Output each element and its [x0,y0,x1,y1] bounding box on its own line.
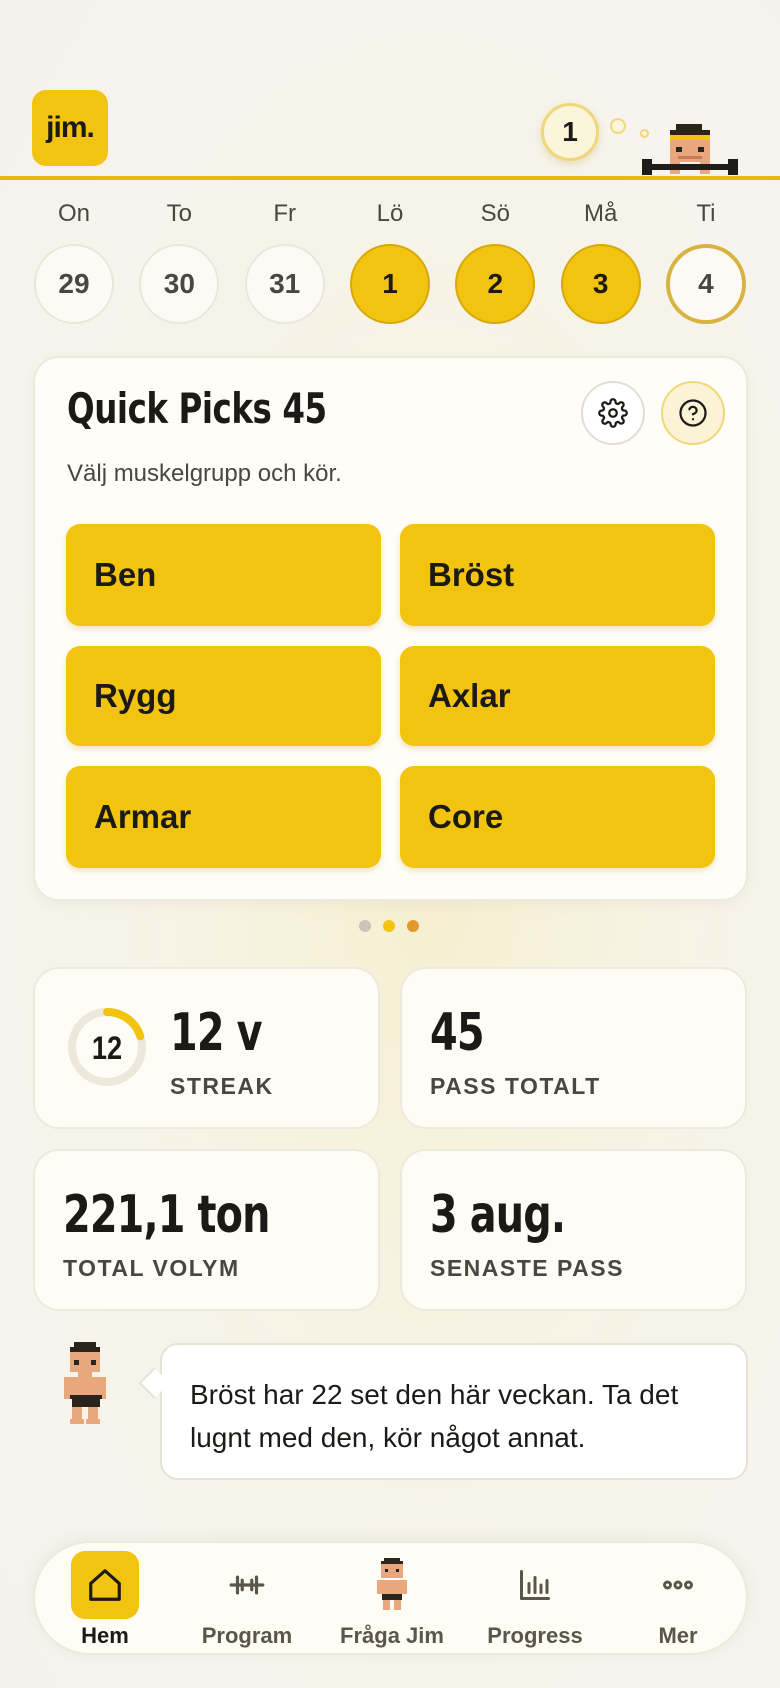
day-column[interactable]: To 30 [139,200,220,324]
thought-bubble-dot [610,118,626,134]
day-circle[interactable]: 30 [139,244,220,324]
day-label: Fr [273,200,296,227]
muscle-button-core[interactable]: Core [400,766,715,868]
nav-item-program[interactable]: Program [177,1543,317,1657]
last-session-label: SENASTE PASS [430,1255,624,1281]
card-pager [359,920,419,932]
streak-card[interactable]: 12 12 v STREAK [33,967,380,1129]
nav-label-progress: Progress [487,1623,583,1648]
gear-icon [598,398,628,428]
volume-card[interactable]: 221,1 ton TOTAL VOLYM [33,1149,380,1311]
streak-value: 12 v [170,1003,263,1063]
muscle-button-axlar[interactable]: Axlar [400,646,715,746]
day-column[interactable]: Fr 31 [244,200,325,324]
nav-label-mer: Mer [658,1623,698,1648]
last-session-card[interactable]: 3 aug. SENASTE PASS [400,1149,747,1311]
muscle-button-armar[interactable]: Armar [66,766,381,868]
jim-mascot-icon [64,1342,106,1424]
week-strip: On 29 To 30 Fr 31 Lö 1 Sö 2 Må 3 Ti 4 [34,200,746,324]
settings-button[interactable] [581,381,645,445]
help-button[interactable] [661,381,725,445]
nav-item-fraga-jim[interactable]: Fråga Jim [322,1543,462,1657]
nav-item-mer[interactable]: Mer [608,1543,748,1657]
pager-dot[interactable] [359,920,371,932]
more-icon [644,1551,712,1619]
day-circle[interactable]: 1 [349,244,430,324]
day-column[interactable]: Ti 4 [665,200,746,324]
day-circle[interactable]: 29 [34,244,114,324]
sessions-label: PASS TOTALT [430,1073,601,1099]
day-label: Ti [696,200,716,227]
day-circle[interactable]: 2 [455,244,536,324]
day-label: Må [583,200,618,227]
muscle-button-rygg[interactable]: Rygg [66,646,381,746]
day-label: Sö [480,200,510,227]
streak-ring: 12 [68,1008,146,1086]
day-label: Lö [376,200,404,227]
day-column[interactable]: On 29 [34,200,114,324]
day-column[interactable]: Lö 1 [349,200,430,324]
streak-label: STREAK [170,1073,274,1099]
app-header: jim. 1 [0,0,780,182]
pager-dot[interactable] [407,920,419,932]
jim-avatar-icon [358,1551,426,1619]
day-column[interactable]: Sö 2 [455,200,536,324]
streak-ring-text: 12 [92,1031,122,1067]
coach-tip-bubble: Bröst har 22 set den här veckan. Ta det … [160,1343,748,1480]
quick-picks-card: Quick Picks 45 Välj muskelgrupp och kör.… [33,356,748,901]
thought-bubble-count[interactable]: 1 [541,103,599,161]
sessions-card[interactable]: 45 PASS TOTALT [400,967,747,1129]
muscle-button-ben[interactable]: Ben [66,524,381,626]
day-circle[interactable]: 3 [560,244,641,324]
dumbbell-icon [213,1551,281,1619]
day-column[interactable]: Må 3 [560,200,641,324]
sessions-value: 45 [430,1003,484,1063]
question-circle-icon [679,399,707,427]
quick-picks-subtitle: Välj muskelgrupp och kör. [67,460,342,487]
day-circle[interactable]: 31 [244,244,325,324]
nav-item-progress[interactable]: Progress [465,1543,605,1657]
nav-label-fraga-jim: Fråga Jim [340,1623,444,1648]
last-session-value: 3 aug. [430,1185,566,1245]
home-icon [71,1551,139,1619]
nav-item-hem[interactable]: Hem [35,1543,175,1657]
day-label: To [166,200,192,227]
day-label: On [57,200,90,227]
nav-label-hem: Hem [81,1623,129,1648]
pager-dot[interactable] [383,920,395,932]
jim-lifting-mascot-icon [642,124,738,175]
volume-label: TOTAL VOLYM [63,1255,240,1281]
nav-label-program: Program [201,1623,293,1648]
day-circle[interactable]: 4 [665,244,746,324]
bar-chart-icon [501,1551,569,1619]
quick-picks-title: Quick Picks 45 [67,384,327,433]
header-divider [0,176,780,180]
bottom-navigation: Hem Program Fråga Jim Progress Mer [33,1541,748,1655]
muscle-button-brost[interactable]: Bröst [400,524,715,626]
volume-value: 221,1 ton [63,1185,270,1245]
app-logo[interactable]: jim. [32,90,108,166]
